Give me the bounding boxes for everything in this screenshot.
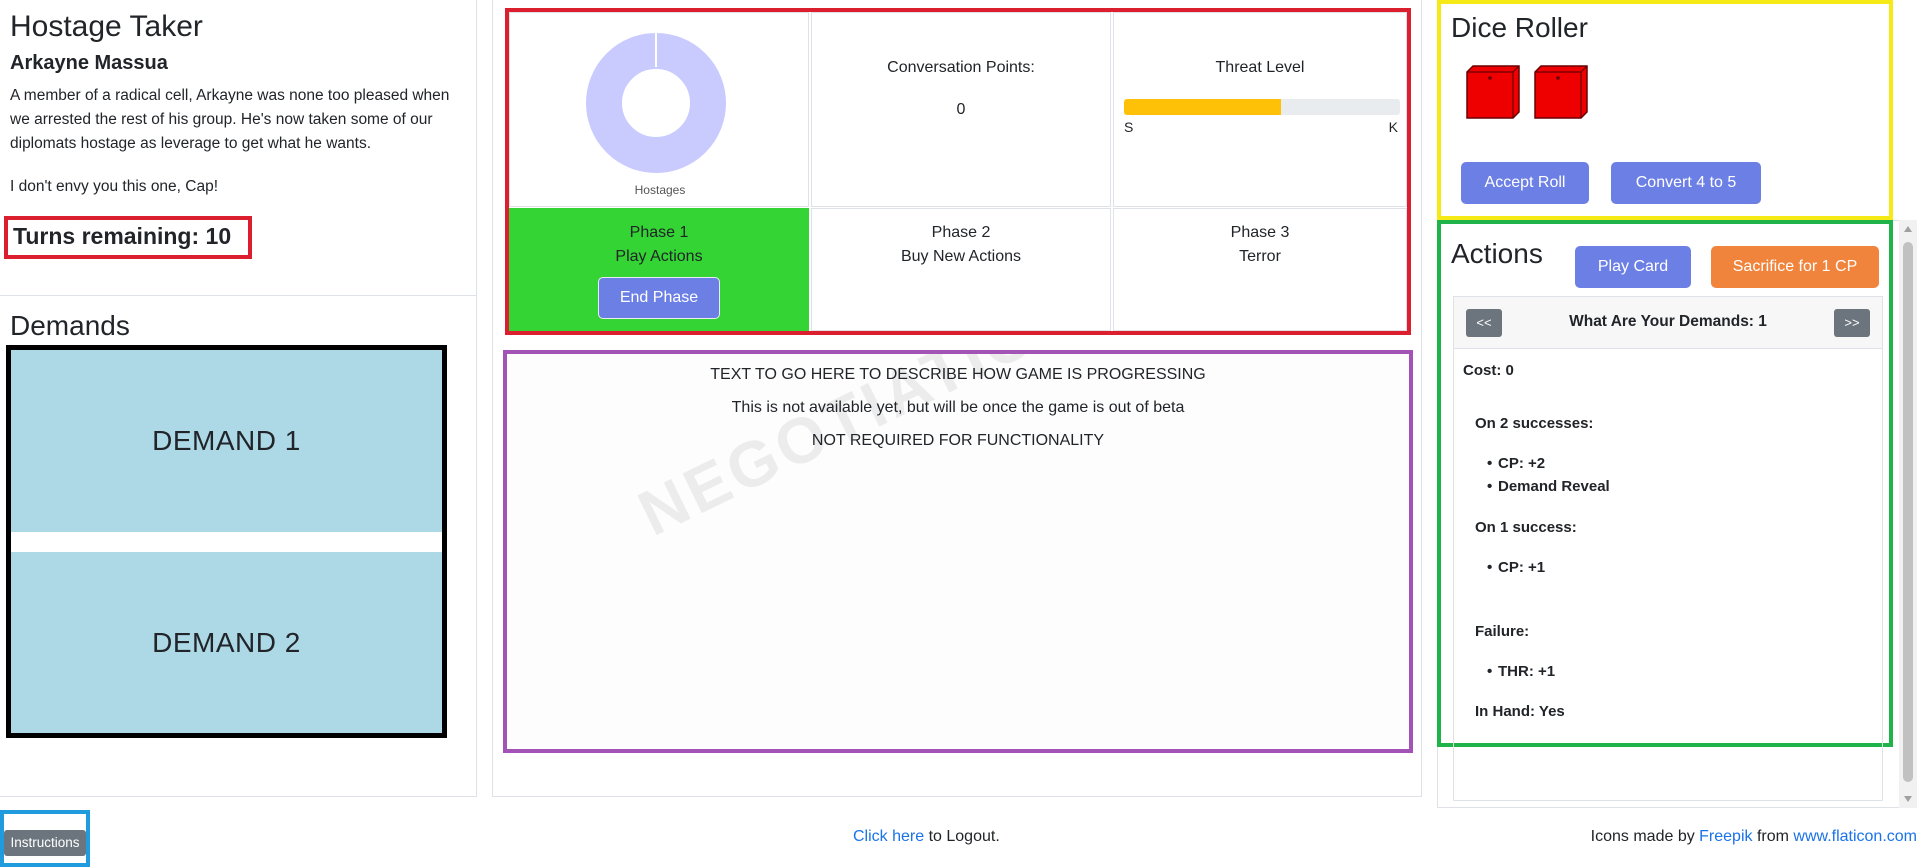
on-one-success-label: On 1 success: <box>1475 519 1577 536</box>
end-phase-button[interactable]: End Phase <box>598 277 720 319</box>
phase-3-desc: Terror <box>1239 248 1281 265</box>
freepik-link[interactable]: Freepik <box>1699 828 1752 845</box>
scroll-up-arrow-icon[interactable] <box>1904 226 1912 232</box>
conversation-points-value: 0 <box>956 101 966 118</box>
progress-line-3: NOT REQUIRED FOR FUNCTIONALITY <box>811 432 1105 449</box>
phase-2-desc: Buy New Actions <box>900 248 1022 265</box>
middle-column: Hostages Conversation Points: 0 Threat L… <box>492 0 1422 797</box>
phase-1-desc: Play Actions <box>615 248 703 265</box>
icon-credits: Icons made by Freepik from www.flaticon.… <box>1591 828 1917 846</box>
threat-level-label: Threat Level <box>1215 59 1305 76</box>
phase-2: Phase 2 Buy New Actions <box>811 208 1111 331</box>
on-two-item-2: Demand Reveal <box>1487 478 1610 495</box>
flaticon-link[interactable]: www.flaticon.com <box>1793 828 1917 845</box>
logout-link[interactable]: Click here <box>853 828 924 845</box>
play-card-button[interactable]: Play Card <box>1575 246 1691 288</box>
demand-card-2[interactable]: DEMAND 2 <box>11 552 442 733</box>
hostages-cell: Hostages <box>509 12 809 207</box>
logout-text: Click here to Logout. <box>853 828 1000 846</box>
threat-level-cell: Threat Level S K <box>1113 12 1407 207</box>
next-card-button[interactable]: >> <box>1834 309 1870 337</box>
hostages-label: Hostages <box>634 183 686 197</box>
scroll-down-arrow-icon[interactable] <box>1904 796 1912 802</box>
threat-min-label: S <box>1124 119 1134 135</box>
phase-2-name: Phase 2 <box>931 224 991 241</box>
logout-rest: to Logout. <box>924 828 1000 845</box>
hostage-taker-description: A member of a radical cell, Arkayne was … <box>10 87 450 152</box>
dice-roller-title: Dice Roller <box>1451 12 1588 43</box>
die-1[interactable] <box>1465 64 1521 120</box>
on-one-item-1: CP: +1 <box>1487 559 1545 576</box>
instructions-highlight: Instructions <box>0 810 90 867</box>
game-status-panel: Hostages Conversation Points: 0 Threat L… <box>505 8 1411 335</box>
demand-card-1[interactable]: DEMAND 1 <box>11 350 442 532</box>
dice-roller-panel: Dice Roller Accept Roll Convert 4 to 5 <box>1437 0 1893 220</box>
failure-item-1: THR: +1 <box>1487 663 1555 680</box>
hostage-taker-quote: I don't envy you this one, Cap! <box>10 178 219 195</box>
die-2[interactable] <box>1533 64 1589 120</box>
threat-level-fill <box>1124 99 1282 115</box>
progress-line-1: TEXT TO GO HERE TO DESCRIBE HOW GAME IS … <box>710 366 1206 383</box>
demands-box: DEMAND 1 DEMAND 2 <box>6 345 447 738</box>
turns-remaining: Turns remaining: 10 <box>4 216 252 259</box>
phase-3-name: Phase 3 <box>1230 224 1290 241</box>
hostage-taker-panel: Hostage Taker Arkayne Massua A member of… <box>0 0 476 296</box>
sacrifice-button[interactable]: Sacrifice for 1 CP <box>1711 246 1879 288</box>
left-column: Hostage Taker Arkayne Massua A member of… <box>0 0 477 797</box>
actions-scrollbar[interactable] <box>1899 220 1917 808</box>
game-progress-panel: NEGOTIATION Beta TEXT TO GO HERE TO DESC… <box>503 350 1413 753</box>
action-card-header: << What Are Your Demands: 1 >> <box>1454 297 1882 349</box>
convert-4-to-5-button[interactable]: Convert 4 to 5 <box>1611 162 1761 204</box>
hostages-donut-chart <box>586 31 726 173</box>
phase-1-name: Phase 1 <box>629 224 689 241</box>
hostage-taker-name: Arkayne Massua <box>10 52 168 74</box>
instructions-button[interactable]: Instructions <box>4 830 86 856</box>
scroll-thumb[interactable] <box>1903 242 1913 782</box>
threat-level-bar <box>1124 99 1400 115</box>
card-cost: Cost: 0 <box>1463 362 1514 379</box>
on-two-item-1: CP: +2 <box>1487 455 1545 472</box>
accept-roll-button[interactable]: Accept Roll <box>1461 162 1589 204</box>
phase-3: Phase 3 Terror <box>1113 208 1407 331</box>
conversation-points-label: Conversation Points: <box>887 59 1035 76</box>
failure-label: Failure: <box>1475 623 1530 640</box>
hostage-taker-title: Hostage Taker <box>10 10 203 43</box>
action-card-title: What Are Your Demands: 1 <box>1569 313 1767 330</box>
phase-1: Phase 1 Play Actions End Phase <box>509 208 809 331</box>
credit-prefix: Icons made by <box>1590 828 1700 845</box>
in-hand-status: In Hand: Yes <box>1475 703 1565 720</box>
on-two-successes-label: On 2 successes: <box>1475 415 1594 432</box>
credit-from: from <box>1752 828 1794 845</box>
actions-title: Actions <box>1451 238 1543 269</box>
progress-line-2: This is not available yet, but will be o… <box>731 399 1185 416</box>
demands-title: Demands <box>10 310 130 341</box>
threat-max-label: K <box>1388 119 1398 135</box>
conversation-points-cell: Conversation Points: 0 <box>811 12 1111 207</box>
action-card: << What Are Your Demands: 1 >> <box>1453 296 1883 801</box>
